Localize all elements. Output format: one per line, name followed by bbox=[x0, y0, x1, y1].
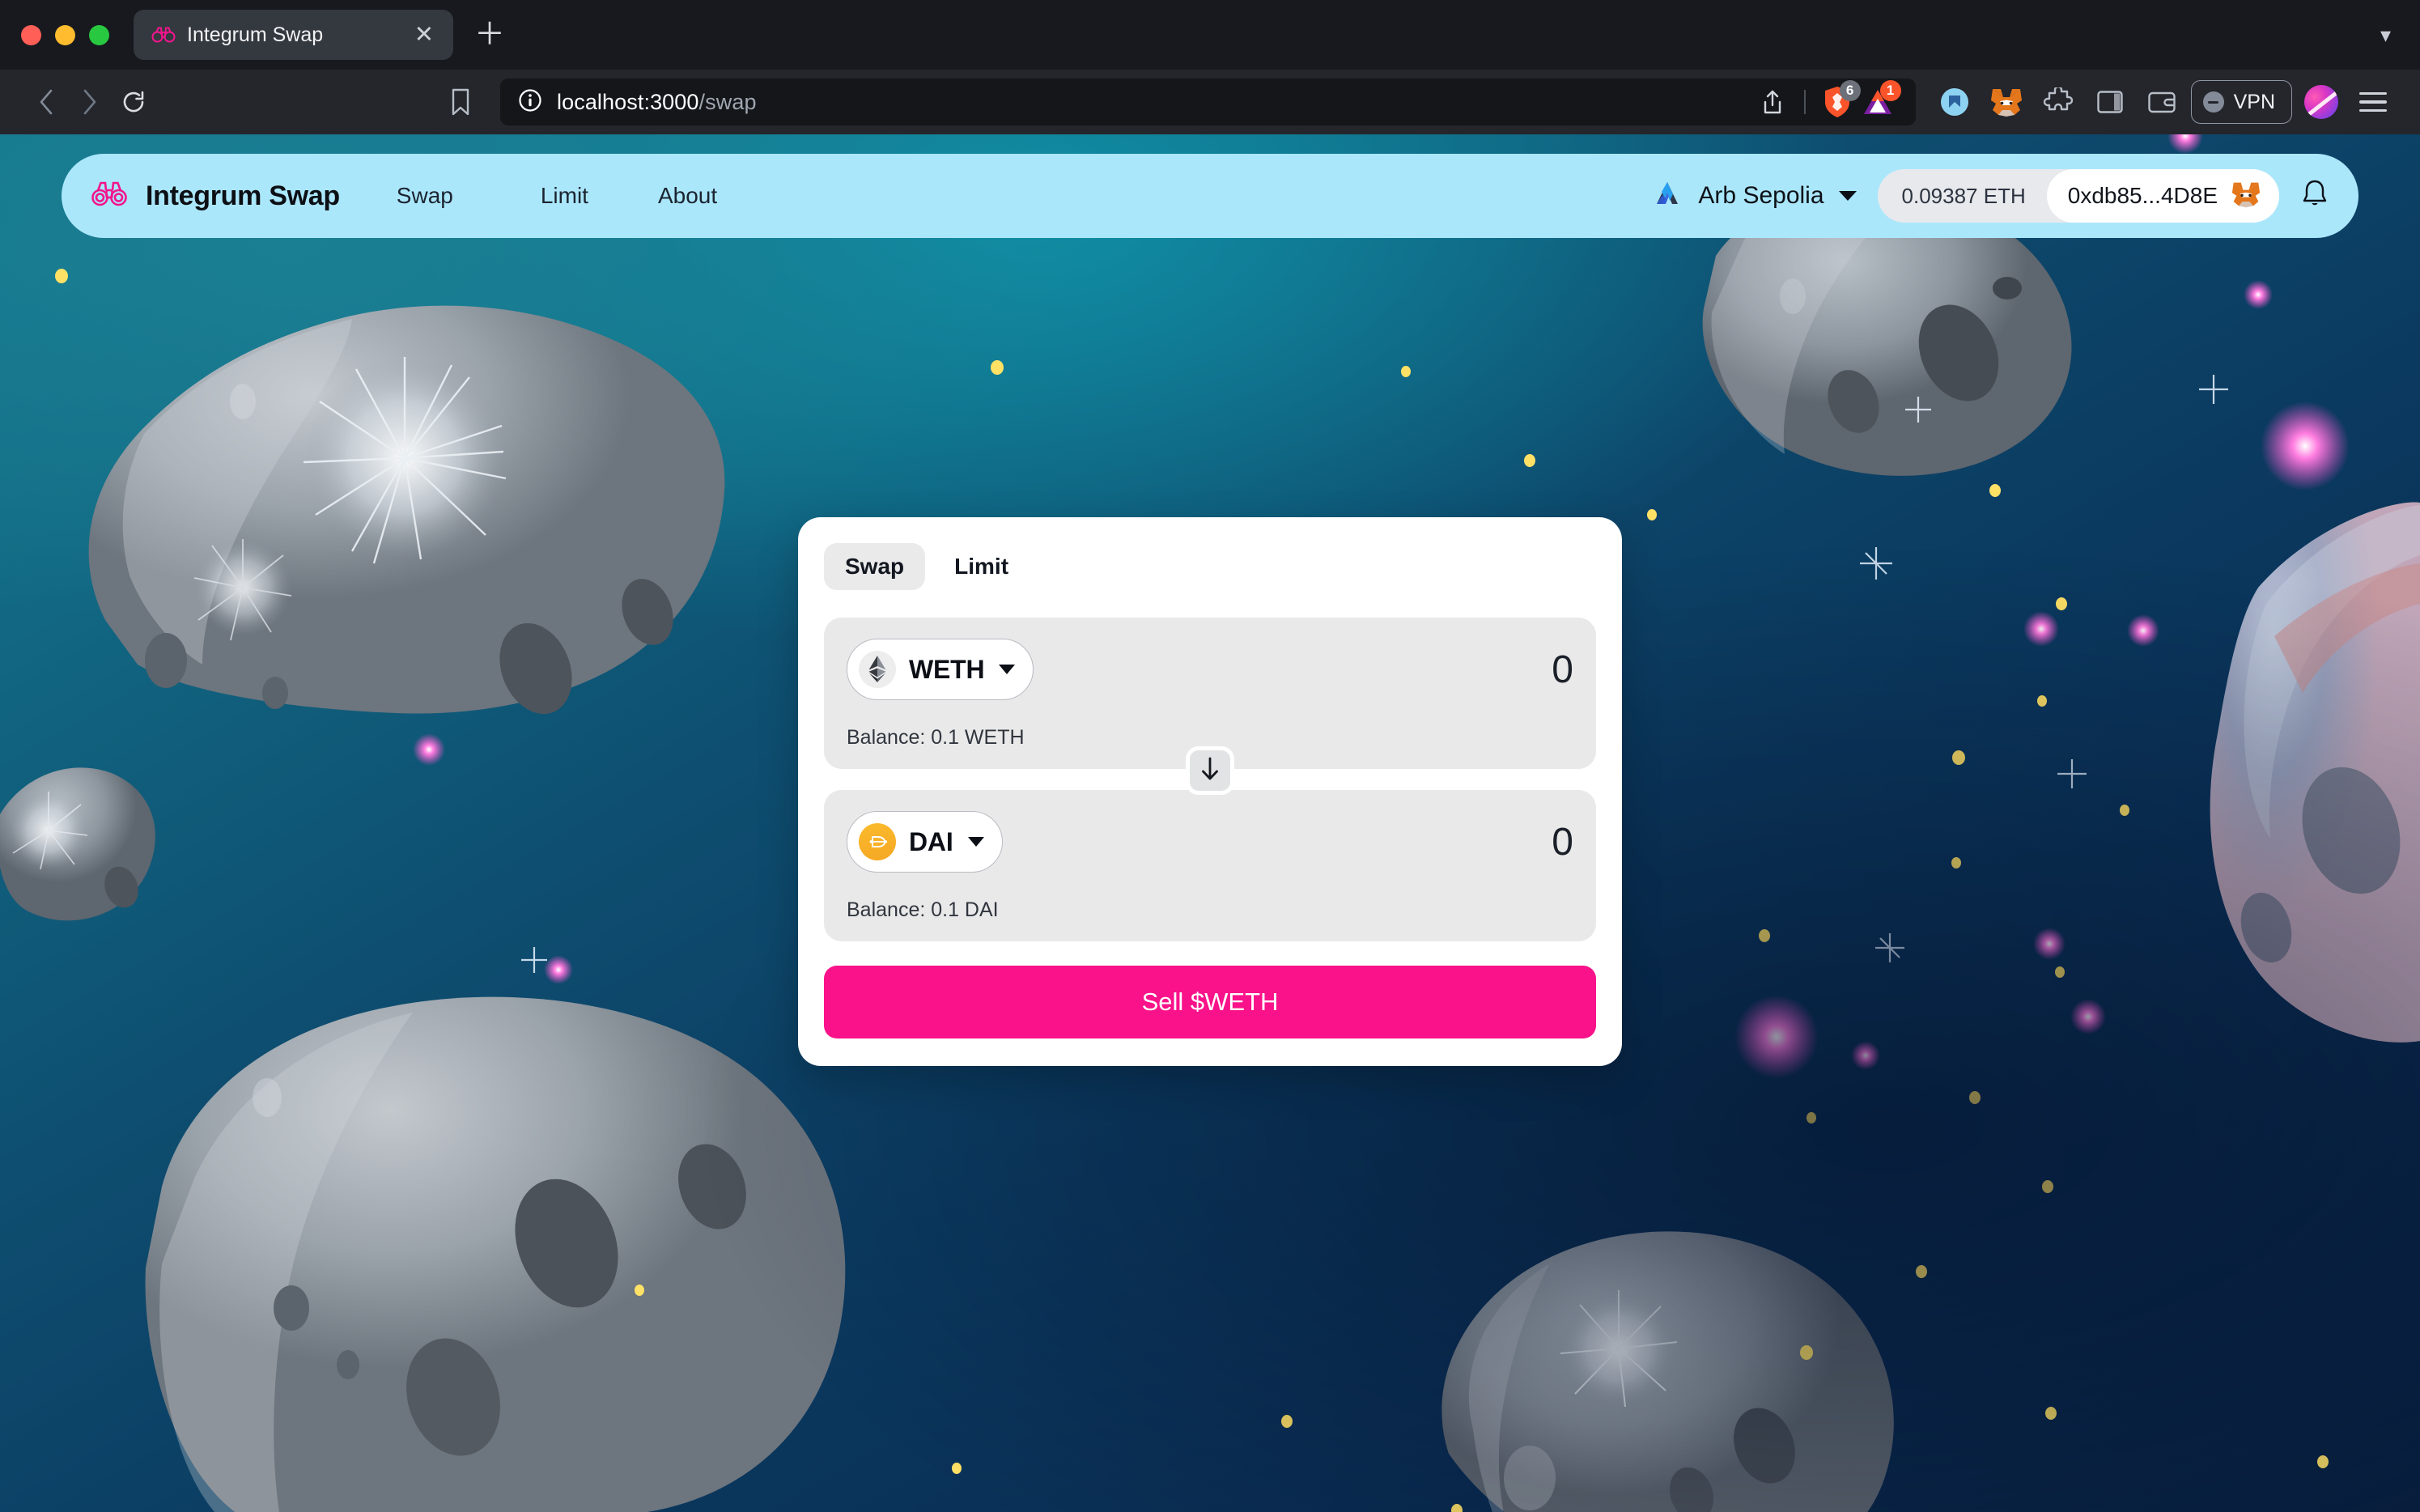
close-window-button[interactable] bbox=[21, 24, 41, 45]
tab-swap[interactable]: Swap bbox=[824, 543, 926, 590]
sell-token-selector[interactable]: WETH bbox=[847, 639, 1034, 700]
plus-icon[interactable]: ＋ bbox=[474, 19, 505, 50]
bookmark-icon[interactable] bbox=[439, 80, 482, 124]
toolbar-divider bbox=[1803, 90, 1806, 114]
asteroid-right-edge bbox=[2210, 502, 2420, 1043]
app-header: Integrum Swap Swap Limit About Arb Sepol… bbox=[62, 154, 2358, 238]
browser-tab[interactable]: Integrum Swap ✕ bbox=[134, 10, 453, 60]
sell-button[interactable]: Sell $WETH bbox=[824, 966, 1596, 1038]
buy-balance-label: Balance: 0.1 DAI bbox=[847, 898, 999, 921]
swap-card: Swap Limit WETH 0 Balance: 0.1 WETH DAI … bbox=[798, 517, 1622, 1066]
swap-direction-button[interactable] bbox=[1186, 746, 1234, 795]
buy-token-box: DAI 0 Balance: 0.1 DAI bbox=[824, 790, 1596, 941]
swap-card-tabs: Swap Limit bbox=[824, 543, 1596, 590]
arrow-down-icon bbox=[1199, 756, 1221, 786]
sidebar-panel-icon[interactable] bbox=[2087, 79, 2133, 125]
brand[interactable]: Integrum Swap bbox=[91, 181, 340, 212]
buy-token-symbol: DAI bbox=[909, 826, 953, 856]
ethereum-diamond-icon bbox=[859, 651, 896, 688]
wallet-address-button[interactable]: 0xdb85...4D8E bbox=[2046, 169, 2279, 223]
profile-avatar-icon[interactable] bbox=[2299, 79, 2344, 125]
url-path: /swap bbox=[698, 89, 757, 114]
main-nav: Swap Limit About bbox=[397, 175, 717, 217]
chain-selector[interactable]: Arb Sepolia bbox=[1643, 178, 1877, 214]
browser-toolbar: localhost:3000/swap 6 1 VPN bbox=[0, 70, 2420, 134]
hamburger-menu-icon[interactable] bbox=[2350, 79, 2396, 125]
share-icon[interactable] bbox=[1752, 82, 1793, 122]
maximize-window-button[interactable] bbox=[89, 24, 109, 45]
browser-tab-title: Integrum Swap bbox=[187, 23, 324, 46]
buy-amount-input[interactable]: 0 bbox=[1552, 820, 1573, 864]
vpn-label: VPN bbox=[2233, 90, 2275, 113]
back-arrow-icon[interactable] bbox=[24, 80, 68, 124]
address-bar-actions: 6 1 bbox=[1752, 80, 1901, 122]
rewards-badge: 1 bbox=[1879, 80, 1901, 101]
vpn-button[interactable]: VPN bbox=[2190, 80, 2292, 124]
chain-name: Arb Sepolia bbox=[1698, 182, 1824, 209]
arbitrum-logo-icon bbox=[1651, 178, 1683, 214]
sell-amount-input[interactable]: 0 bbox=[1552, 648, 1573, 692]
header-right: Arb Sepolia 0.09387 ETH 0xdb85...4D8E bbox=[1643, 167, 2344, 225]
metamask-fox-icon[interactable] bbox=[1984, 79, 2029, 125]
browser-tab-strip: Integrum Swap ✕ ＋ ▾ bbox=[0, 0, 2420, 70]
extensions-puzzle-icon[interactable] bbox=[2036, 79, 2081, 125]
binoculars-icon bbox=[91, 181, 128, 212]
url-text: localhost:3000/swap bbox=[557, 90, 757, 115]
metamask-fox-icon bbox=[2231, 180, 2261, 213]
minimize-window-button[interactable] bbox=[55, 24, 75, 45]
chevron-down-icon bbox=[1838, 191, 1857, 201]
nav-item-limit[interactable]: Limit bbox=[541, 175, 588, 217]
asteroid-bottom-left bbox=[145, 996, 846, 1512]
asteroid-top-left bbox=[88, 305, 725, 715]
tab-limit[interactable]: Limit bbox=[933, 543, 1030, 590]
buy-token-row: DAI 0 bbox=[847, 811, 1573, 873]
asteroid-left-edge bbox=[0, 767, 155, 921]
window-traffic-lights bbox=[21, 24, 134, 45]
binoculars-icon bbox=[151, 23, 176, 47]
reload-icon[interactable] bbox=[112, 80, 155, 124]
asteroid-bottom-center bbox=[1441, 1231, 1894, 1512]
dai-coin-icon bbox=[859, 823, 896, 860]
browser-window: Integrum Swap ✕ ＋ ▾ localhost:3000/swap … bbox=[0, 0, 2420, 1512]
close-icon[interactable]: ✕ bbox=[410, 23, 439, 47]
web-page-content: Integrum Swap Swap Limit About Arb Sepol… bbox=[0, 134, 2420, 1512]
chevron-down-icon bbox=[999, 665, 1016, 674]
toolbar-right-icons: VPN bbox=[1932, 79, 2396, 125]
eth-balance: 0.09387 ETH bbox=[1901, 183, 2026, 208]
sell-token-row: WETH 0 bbox=[847, 639, 1573, 700]
nav-item-swap[interactable]: Swap bbox=[397, 175, 453, 217]
brave-shields-lion-icon[interactable]: 6 bbox=[1817, 80, 1861, 122]
url-host: localhost:3000 bbox=[557, 89, 699, 114]
site-info-icon[interactable] bbox=[518, 88, 542, 117]
address-bar[interactable]: localhost:3000/swap 6 1 bbox=[500, 79, 1916, 125]
app-title: Integrum Swap bbox=[146, 180, 340, 211]
nav-item-about[interactable]: About bbox=[658, 175, 717, 217]
chevron-down-icon bbox=[967, 837, 984, 847]
bell-icon bbox=[2300, 178, 2329, 214]
vpn-shield-icon bbox=[2202, 91, 2224, 113]
buy-token-selector[interactable]: DAI bbox=[847, 811, 1003, 873]
brave-rewards-triangle-icon[interactable]: 1 bbox=[1857, 80, 1901, 122]
sell-token-symbol: WETH bbox=[909, 654, 985, 684]
wallet-pill: 0.09387 ETH 0xdb85...4D8E bbox=[1877, 169, 2279, 223]
wallet-address: 0xdb85...4D8E bbox=[2067, 183, 2218, 208]
forward-arrow-icon[interactable] bbox=[68, 80, 112, 124]
brave-wallet-icon[interactable] bbox=[1932, 79, 1977, 125]
wallet-icon[interactable] bbox=[2139, 79, 2184, 125]
chevron-down-icon[interactable]: ▾ bbox=[2380, 23, 2391, 48]
notifications-bell-button[interactable] bbox=[2286, 167, 2344, 225]
